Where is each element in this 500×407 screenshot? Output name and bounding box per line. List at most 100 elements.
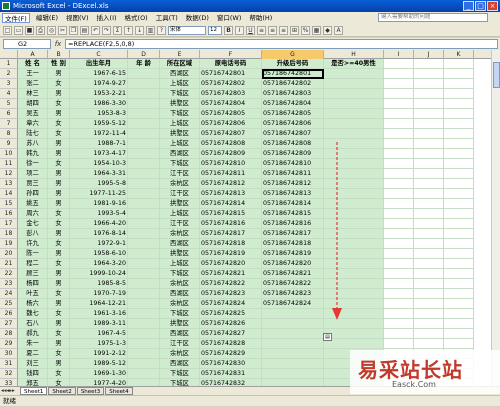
table-cell[interactable]: 西湖区 [160,69,200,79]
table-cell[interactable] [414,89,444,99]
header-cell[interactable]: 出生年月 [70,59,128,69]
table-cell[interactable]: 余杭区 [160,299,200,309]
font-size-select[interactable]: 12 [208,25,222,35]
table-cell[interactable]: 057186742817 [262,229,324,239]
table-cell[interactable]: 1991-2-12 [70,349,128,359]
table-cell[interactable] [414,279,444,289]
table-cell[interactable] [414,159,444,169]
table-cell[interactable] [384,139,414,149]
row-number[interactable]: 14 [0,189,18,199]
column-header[interactable]: D [128,50,160,59]
table-cell[interactable] [128,249,160,259]
sort-asc-icon[interactable]: ↑ [124,25,133,35]
table-cell[interactable] [128,269,160,279]
table-cell[interactable] [262,379,324,386]
table-cell[interactable]: 1993-5-4 [70,209,128,219]
table-cell[interactable]: 许九 [18,239,48,249]
table-cell[interactable] [384,99,414,109]
table-cell[interactable]: 057186742822 [262,279,324,289]
row-number[interactable]: 1 [0,59,18,69]
row-number[interactable]: 15 [0,199,18,209]
column-header[interactable]: E [160,50,200,59]
open-icon[interactable]: ▭ [14,25,23,35]
table-cell[interactable] [384,289,414,299]
table-cell[interactable]: 男 [48,179,70,189]
table-cell[interactable]: 贾三 [18,179,48,189]
table-cell[interactable]: 孙四 [18,189,48,199]
table-cell[interactable] [128,139,160,149]
table-cell[interactable]: 上城区 [160,139,200,149]
table-cell[interactable] [384,159,414,169]
column-header[interactable]: C [70,50,128,59]
row-number[interactable]: 27 [0,319,18,329]
table-cell[interactable]: 拱墅区 [160,319,200,329]
table-cell[interactable]: 男 [48,299,70,309]
table-cell[interactable]: 1975-1-3 [70,339,128,349]
table-cell[interactable] [384,199,414,209]
table-cell[interactable]: 项二 [18,169,48,179]
table-cell[interactable]: 05716742805 [200,109,262,119]
table-cell[interactable]: 女 [48,309,70,319]
table-cell[interactable]: 057186742820 [262,259,324,269]
table-cell[interactable] [384,229,414,239]
merge-icon[interactable]: ⊞ [290,25,299,35]
table-cell[interactable] [384,319,414,329]
table-cell[interactable] [262,349,324,359]
table-cell[interactable] [324,99,384,109]
row-number[interactable]: 4 [0,89,18,99]
table-cell[interactable] [444,69,474,79]
table-cell[interactable]: 男 [48,199,70,209]
table-cell[interactable]: 1985-8-5 [70,279,128,289]
table-cell[interactable]: 05716742815 [200,209,262,219]
table-cell[interactable] [384,149,414,159]
table-cell[interactable]: 男 [48,249,70,259]
column-header[interactable]: H [324,50,384,59]
header-cell[interactable]: 性 别 [48,59,70,69]
table-cell[interactable]: 江干区 [160,339,200,349]
align-center-icon[interactable]: ≡ [268,25,277,35]
table-cell[interactable]: 男 [48,339,70,349]
table-cell[interactable]: 1953-8-3 [70,109,128,119]
header-cell[interactable]: 所在区域 [160,59,200,69]
table-cell[interactable]: 057186742801 [262,69,324,79]
table-cell[interactable]: 05716742813 [200,189,262,199]
table-cell[interactable]: 男 [48,69,70,79]
table-cell[interactable]: 男 [48,359,70,369]
table-cell[interactable]: 上城区 [160,79,200,89]
table-cell[interactable]: 杨六 [18,299,48,309]
table-cell[interactable] [128,379,160,386]
sheet-nav-arrows[interactable]: ◂◂◂▸▸ [1,387,15,395]
table-cell[interactable]: 女 [48,79,70,89]
table-cell[interactable] [414,199,444,209]
table-cell[interactable]: 程二 [18,259,48,269]
table-cell[interactable] [444,279,474,289]
table-cell[interactable] [384,179,414,189]
sum-icon[interactable]: Σ [113,25,122,35]
table-cell[interactable] [128,89,160,99]
table-cell[interactable] [324,129,384,139]
table-cell[interactable] [128,129,160,139]
table-cell[interactable] [444,129,474,139]
column-header[interactable]: B [48,50,70,59]
table-cell[interactable] [444,209,474,219]
formula-input[interactable]: =REPLACE(F2,5,0,8) [65,39,498,49]
table-cell[interactable]: 拱墅区 [160,99,200,109]
table-cell[interactable]: 姚五 [18,199,48,209]
table-cell[interactable] [384,119,414,129]
table-cell[interactable]: 下城区 [160,269,200,279]
table-cell[interactable] [128,189,160,199]
table-cell[interactable]: 057186742818 [262,239,324,249]
table-cell[interactable] [414,79,444,89]
font-color-icon[interactable]: A [334,25,343,35]
table-cell[interactable] [324,329,384,339]
cut-icon[interactable]: ✂ [58,25,67,35]
borders-icon[interactable]: ▦ [312,25,321,35]
table-cell[interactable]: 男 [48,319,70,329]
table-cell[interactable]: 05716742828 [200,339,262,349]
table-cell[interactable]: 1999-10-24 [70,269,128,279]
table-cell[interactable] [444,79,474,89]
table-cell[interactable] [384,329,414,339]
column-header[interactable]: A [18,50,48,59]
table-cell[interactable]: 女 [48,119,70,129]
table-cell[interactable] [128,99,160,109]
